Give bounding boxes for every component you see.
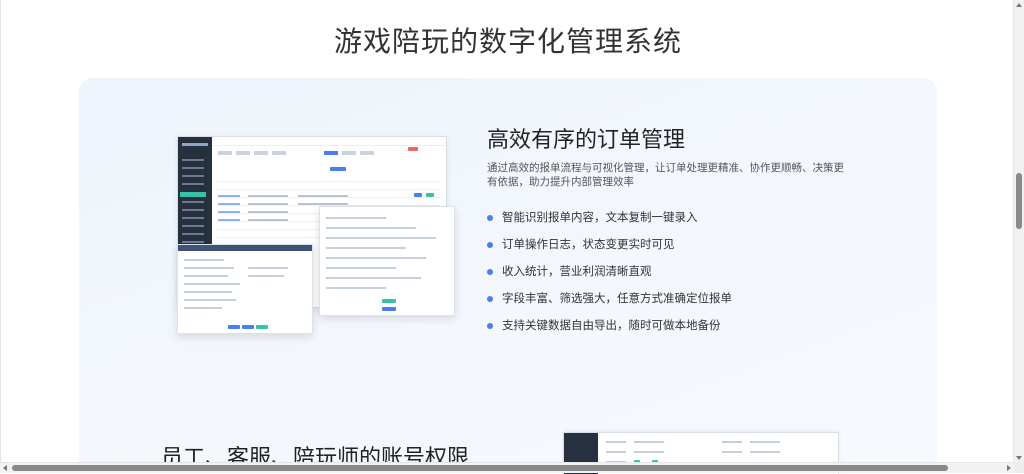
- section-description-orders: 通过高效的报单流程与可视化管理，让订单处理更精准、协作更顺畅、决策更有依据，助力…: [487, 162, 844, 188]
- dot-icon: [487, 323, 493, 329]
- section-title-orders: 高效有序的订单管理: [487, 127, 686, 152]
- feature-text: 支持关键数据自由导出，随时可做本地备份: [502, 320, 721, 332]
- scrollbar-corner: [1014, 463, 1024, 473]
- feature-text: 字段丰富、筛选强大，任意方式准确定位报单: [502, 293, 732, 305]
- vertical-scroll-thumb[interactable]: [1016, 173, 1022, 229]
- dot-icon: [487, 269, 493, 275]
- dot-icon: [487, 242, 493, 248]
- arrow-down-icon[interactable]: [1016, 456, 1022, 460]
- page-frame: 游戏陪玩的数字化管理系统 高效有序的订单管理 通过高效的报单流程与可视化管理，让…: [0, 0, 1015, 474]
- vertical-scrollbar[interactable]: [1013, 0, 1024, 463]
- arrow-right-icon[interactable]: [1007, 465, 1011, 471]
- feature-list: 智能识别报单内容，文本复制一键录入 订单操作日志，状态变更实时可见 收入统计，营…: [487, 210, 732, 345]
- order-detail-dialog-screenshot: [319, 206, 455, 316]
- horizontal-scrollbar[interactable]: [0, 462, 1014, 473]
- feature-item: 收入统计，营业利润清晰直观: [487, 264, 732, 291]
- feature-text: 收入统计，营业利润清晰直观: [502, 266, 652, 278]
- horizontal-scroll-thumb[interactable]: [12, 465, 948, 471]
- feature-item: 支持关键数据自由导出，随时可做本地备份: [487, 318, 732, 345]
- feature-item: 字段丰富、筛选强大，任意方式准确定位报单: [487, 291, 732, 318]
- page-title: 游戏陪玩的数字化管理系统: [333, 26, 682, 57]
- feature-text: 智能识别报单内容，文本复制一键录入: [502, 212, 698, 224]
- feature-text: 订单操作日志，状态变更实时可见: [502, 239, 675, 251]
- dot-icon: [487, 296, 493, 302]
- feature-item: 订单操作日志，状态变更实时可见: [487, 237, 732, 264]
- order-edit-dialog-screenshot: [177, 244, 313, 334]
- dot-icon: [487, 215, 493, 221]
- arrow-left-icon[interactable]: [3, 465, 7, 471]
- arrow-up-icon[interactable]: [1016, 3, 1022, 7]
- feature-item: 智能识别报单内容，文本复制一键录入: [487, 210, 732, 237]
